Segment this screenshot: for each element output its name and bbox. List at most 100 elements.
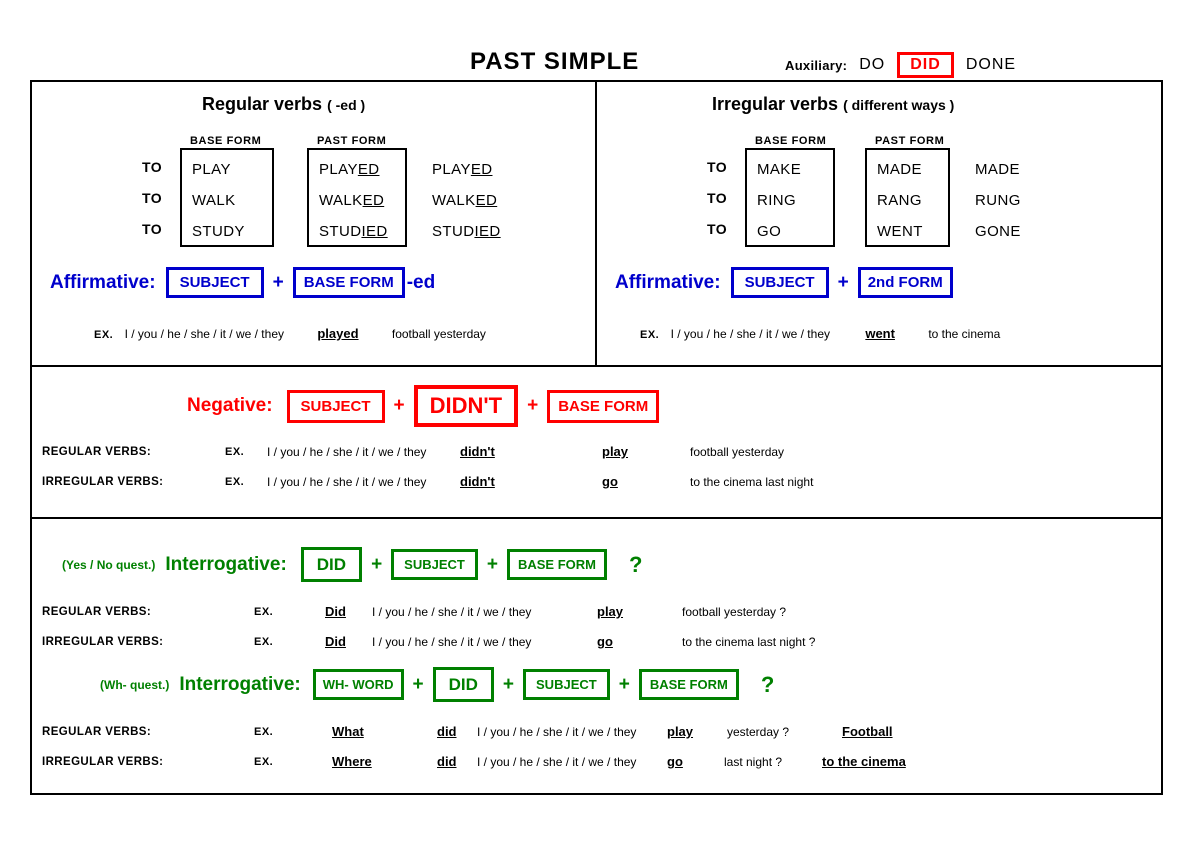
negative-example-irregular: IRREGULAR VERBS: EX. I / you / he / she … xyxy=(42,473,1142,491)
interrogative-label: Interrogative: xyxy=(165,553,287,575)
irregular-col-base-header: BASE FORM xyxy=(755,135,827,147)
example-verb: go xyxy=(667,754,683,769)
irregular-verbs-heading: Irregular verbs ( different ways ) xyxy=(712,94,954,115)
example-rest: to the cinema last night xyxy=(690,475,814,489)
to-label: TO xyxy=(142,159,163,175)
irregular-past-0: MADE xyxy=(877,161,922,178)
irregular-base-form-box: MAKE RING GO xyxy=(745,148,835,247)
plus-sign: + xyxy=(412,673,424,695)
regular-third-0: PLAYED xyxy=(432,161,493,178)
irregular-past-1: RANG xyxy=(877,192,922,209)
example-verb: played xyxy=(317,326,359,341)
regular-third-2: STUDIED xyxy=(432,223,501,240)
regular-col-past-header: PAST FORM xyxy=(317,135,387,147)
wh-question-note: (Wh- quest.) xyxy=(100,677,170,692)
example-kind: IRREGULAR VERBS: xyxy=(42,476,164,488)
example-verb: play xyxy=(597,604,624,619)
example-rest: to the cinema last night ? xyxy=(682,635,816,649)
interrogative-base-form-box: BASE FORM xyxy=(638,669,739,700)
example-pronouns: I / you / he / she / it / we / they xyxy=(267,445,427,459)
regular-past-2: STUDIED xyxy=(319,223,388,240)
negative-label: Negative: xyxy=(187,395,273,416)
regular-verbs-note: ( -ed ) xyxy=(327,97,366,113)
negative-base-form-box: BASE FORM xyxy=(547,389,660,423)
interrogative-subject-box: SUBJECT xyxy=(523,669,610,700)
to-label: TO xyxy=(707,159,728,175)
page-header: PAST SIMPLE Auxiliary: DO DID DONE xyxy=(0,22,1200,78)
irregular-col-past-header: PAST FORM xyxy=(875,135,945,147)
question-mark: ? xyxy=(760,671,775,697)
regular-to-column: TO TO TO xyxy=(142,152,162,245)
auxiliary-form-done: DONE xyxy=(965,56,1017,73)
regular-affirmative-example: EX. I / you / he / she / it / we / they … xyxy=(94,325,486,343)
auxiliary-form-do: DO xyxy=(859,56,886,73)
irregular-base-1: RING xyxy=(757,192,797,209)
affirmative-subject-box: SUBJECT xyxy=(730,267,829,298)
example-rest: football yesterday ? xyxy=(682,605,787,619)
affirmative-label: Affirmative: xyxy=(50,271,156,293)
example-rest: yesterday ? xyxy=(727,725,790,739)
irregular-to-column: TO TO TO xyxy=(707,152,727,245)
example-auxiliary: Did xyxy=(325,604,346,619)
interrogative-yesno-example-regular: REGULAR VERBS: EX. Did I / you / he / sh… xyxy=(42,603,1142,621)
regular-base-0: PLAY xyxy=(192,161,231,178)
example-verb: play xyxy=(602,444,629,459)
irregular-third-0: MADE xyxy=(975,161,1020,178)
interrogative-did-box: DID xyxy=(300,547,363,582)
interrogative-base-form-box: BASE FORM xyxy=(506,549,607,580)
auxiliary-group: Auxiliary: DO DID DONE xyxy=(785,52,1016,78)
example-auxiliary: Did xyxy=(325,634,346,649)
regular-past-0: PLAYED xyxy=(319,161,380,178)
plus-sign: + xyxy=(272,271,284,293)
plus-sign: + xyxy=(837,271,849,293)
example-verb: went xyxy=(865,326,895,341)
affirmative-base-form-box: BASE FORM xyxy=(292,267,405,298)
irregular-past-form-box: MADE RANG WENT xyxy=(865,148,950,247)
plus-sign: + xyxy=(618,673,630,695)
example-tag: EX. xyxy=(254,726,274,738)
example-pronouns: I / you / he / she / it / we / they xyxy=(124,327,284,341)
example-rest: football yesterday xyxy=(690,445,785,459)
example-kind: REGULAR VERBS: xyxy=(42,726,152,738)
example-answer: to the cinema xyxy=(822,754,906,769)
example-tag: EX. xyxy=(254,606,274,618)
irregular-base-0: MAKE xyxy=(757,161,802,178)
example-pronouns: I / you / he / she / it / we / they xyxy=(477,725,637,739)
to-label: TO xyxy=(142,190,163,206)
example-tag: EX. xyxy=(254,636,274,648)
plus-sign: + xyxy=(486,553,498,575)
affirmative-second-form-box: 2nd FORM xyxy=(857,267,953,298)
affirmative-subject-box: SUBJECT xyxy=(165,267,264,298)
grammar-table-frame: Regular verbs ( -ed ) BASE FORM PAST FOR… xyxy=(30,80,1163,795)
plus-sign: + xyxy=(527,395,539,416)
regular-third-1: WALKED xyxy=(432,192,498,209)
affirmative-ed-suffix: -ed xyxy=(406,271,436,293)
irregular-affirmative-example: EX. I / you / he / she / it / we / they … xyxy=(640,325,1000,343)
interrogative-did-box: DID xyxy=(432,667,494,702)
regular-col-base-header: BASE FORM xyxy=(190,135,262,147)
section-divider-interrogative xyxy=(32,517,1161,519)
page-title: PAST SIMPLE xyxy=(470,48,640,75)
interrogative-yesno-example-irregular: IRREGULAR VERBS: EX. Did I / you / he / … xyxy=(42,633,1142,651)
regular-past-1: WALKED xyxy=(319,192,385,209)
irregular-third-2: GONE xyxy=(975,223,1021,240)
interrogative-wh-word-box: WH- WORD xyxy=(312,669,404,700)
column-divider xyxy=(595,82,597,365)
example-pronouns: I / you / he / she / it / we / they xyxy=(372,605,532,619)
irregular-verbs-note: ( different ways ) xyxy=(843,97,955,113)
regular-base-1: WALK xyxy=(192,192,236,209)
regular-verbs-heading: Regular verbs ( -ed ) xyxy=(202,94,365,115)
question-mark: ? xyxy=(628,551,643,577)
example-auxiliary: didn't xyxy=(460,474,495,489)
negative-didnt-box: DIDN'T xyxy=(413,385,519,427)
regular-past-form-box: PLAYED WALKED STUDIED xyxy=(307,148,407,247)
example-auxiliary: did xyxy=(437,724,457,739)
interrogative-yesno-formula: (Yes / No quest.) Interrogative: DID + S… xyxy=(62,547,642,582)
example-kind: IRREGULAR VERBS: xyxy=(42,636,164,648)
example-pronouns: I / you / he / she / it / we / they xyxy=(670,327,830,341)
example-rest: last night ? xyxy=(724,755,783,769)
interrogative-wh-example-irregular: IRREGULAR VERBS: EX. Where did I / you /… xyxy=(42,753,1152,771)
irregular-participle-column: MADE RUNG GONE xyxy=(975,148,1021,247)
example-tag: EX. xyxy=(640,329,660,341)
irregular-past-2: WENT xyxy=(877,223,923,240)
